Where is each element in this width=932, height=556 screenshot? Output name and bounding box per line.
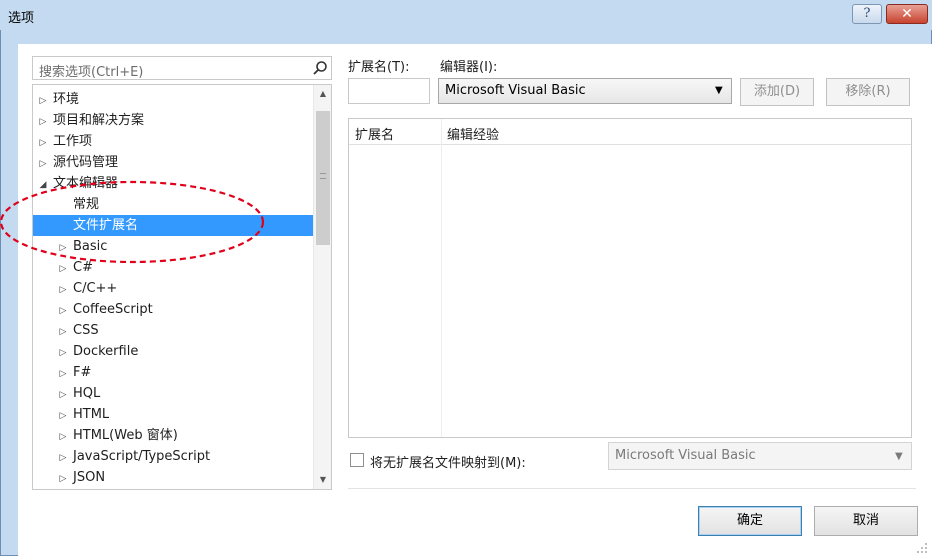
expand-arrow-icon[interactable]: ▷	[57, 364, 69, 385]
column-header-extension[interactable]: 扩展名	[355, 124, 394, 143]
tree-item[interactable]: ▷ HQL	[33, 383, 313, 404]
tree-item-label: 项目和解决方案	[53, 113, 145, 128]
window-title: 选项	[8, 11, 35, 26]
tree-item[interactable]: ▷ JSON	[33, 467, 313, 488]
tree-item[interactable]: ▷ CSS	[33, 320, 313, 341]
editor-dropdown-value: Microsoft Visual Basic	[445, 83, 586, 98]
tree-item[interactable]: ▷ Basic	[33, 236, 313, 257]
tree-item[interactable]: ▷ C#	[33, 257, 313, 278]
extension-list[interactable]: 扩展名 编辑经验	[348, 118, 912, 438]
expand-arrow-icon[interactable]: ▷	[57, 301, 69, 322]
expand-arrow-icon[interactable]: ▷	[57, 343, 69, 364]
map-editor-dropdown[interactable]: Microsoft Visual Basic ▼	[608, 442, 912, 470]
map-extensionless-label[interactable]: 将无扩展名文件映射到(M):	[370, 452, 526, 471]
editor-dropdown[interactable]: Microsoft Visual Basic ▼	[438, 78, 732, 104]
tree-item[interactable]: ▷ 项目和解决方案	[33, 110, 313, 131]
chevron-down-icon: ▼	[715, 85, 723, 96]
tree-item-label: Dockerfile	[73, 344, 139, 359]
expand-arrow-icon[interactable]: ▷	[57, 469, 69, 489]
tree-item[interactable]: ▷ 源代码管理	[33, 152, 313, 173]
expand-arrow-icon[interactable]: ▷	[57, 448, 69, 469]
scroll-up-arrow-icon[interactable]: ▲	[314, 85, 331, 103]
map-extensionless-checkbox[interactable]	[350, 453, 364, 467]
tree-item-label: 文本编辑器	[53, 176, 119, 191]
expand-arrow-icon[interactable]: ▷	[57, 406, 69, 427]
tree-item[interactable]: ▷ 工作项	[33, 131, 313, 152]
tree-item-label: 源代码管理	[53, 155, 119, 170]
grip-icon	[320, 173, 326, 179]
tree-item-label: CSS	[73, 323, 99, 338]
tree-item-label: 工作项	[53, 134, 93, 149]
column-divider	[441, 119, 442, 437]
tree-item-label: 常规	[73, 197, 100, 212]
close-button[interactable]: ✕	[886, 4, 928, 24]
search-icon[interactable]	[312, 60, 328, 76]
search-input[interactable]: 搜索选项(Ctrl+E)	[32, 56, 332, 80]
expand-arrow-icon[interactable]: ▷	[57, 322, 69, 343]
column-header-experience[interactable]: 编辑经验	[447, 124, 499, 143]
tree-item[interactable]: ▷ CoffeeScript	[33, 299, 313, 320]
tree-item-label: HTML	[73, 407, 110, 422]
tree-item-label: HTML(Web 窗体)	[73, 428, 178, 443]
tree-item[interactable]: 常规	[33, 194, 313, 215]
editor-label: 编辑器(I):	[440, 60, 498, 75]
options-tree[interactable]: ▷ 环境 ▷ 项目和解决方案 ▷ 工作项 ▷ 源代码管理 ◢ 文本编辑器常规文件扩展名 ▷ Basic…	[32, 84, 332, 490]
tree-scrollbar[interactable]: ▲ ▼	[313, 85, 331, 489]
tree-item[interactable]: ▷ F#	[33, 362, 313, 383]
tree-item-label: Basic	[73, 239, 108, 254]
tree-item-label: C#	[73, 260, 93, 275]
expand-arrow-icon[interactable]: ▷	[37, 112, 49, 133]
tree-item-label: HQL	[73, 386, 101, 401]
extension-label: 扩展名(T):	[348, 60, 410, 75]
tree-item-label: C/C++	[73, 281, 118, 296]
footer-divider	[348, 488, 916, 489]
expand-arrow-icon[interactable]: ▷	[37, 154, 49, 175]
tree-item-label: CoffeeScript	[73, 302, 153, 317]
tree-item[interactable]: ▷ HTML	[33, 404, 313, 425]
extension-list-header: 扩展名 编辑经验	[349, 119, 911, 145]
extension-input[interactable]	[348, 78, 430, 104]
tree-item[interactable]: ◢ 文本编辑器	[33, 173, 313, 194]
scroll-thumb[interactable]	[316, 111, 330, 245]
expand-arrow-icon[interactable]: ▷	[57, 280, 69, 301]
title-bar[interactable]: 选项 ? ✕	[0, 0, 932, 30]
tree-item-label: JavaScript/TypeScript	[73, 449, 211, 464]
expand-arrow-icon[interactable]: ▷	[57, 427, 69, 448]
expand-arrow-icon[interactable]: ▷	[37, 133, 49, 154]
add-button[interactable]: 添加(D)	[740, 78, 814, 106]
tree-item-label: 环境	[53, 92, 80, 107]
tree-item[interactable]: ▷ Dockerfile	[33, 341, 313, 362]
expand-arrow-icon[interactable]: ▷	[57, 385, 69, 406]
tree-item[interactable]: ▷ JavaScript/TypeScript	[33, 446, 313, 467]
tree-item-label: F#	[73, 365, 92, 380]
collapse-arrow-icon[interactable]: ◢	[37, 175, 49, 196]
expand-arrow-icon[interactable]: ▷	[37, 91, 49, 112]
cancel-button[interactable]: 取消	[814, 506, 918, 536]
scroll-down-arrow-icon[interactable]: ▼	[314, 471, 331, 489]
search-placeholder: 搜索选项(Ctrl+E)	[39, 65, 144, 80]
expand-arrow-icon[interactable]: ▷	[57, 238, 69, 259]
tree-item[interactable]: 文件扩展名	[33, 215, 313, 236]
ok-button[interactable]: 确定	[698, 506, 802, 536]
map-editor-value: Microsoft Visual Basic	[615, 448, 756, 463]
tree-item-label: JSON	[73, 470, 106, 485]
tree-item-label: 文件扩展名	[73, 218, 139, 233]
resize-grip-icon[interactable]	[914, 540, 928, 554]
expand-arrow-icon[interactable]: ▷	[57, 259, 69, 280]
chevron-down-icon: ▼	[895, 451, 903, 462]
help-button[interactable]: ?	[852, 4, 882, 24]
remove-button[interactable]: 移除(R)	[826, 78, 910, 106]
tree-item[interactable]: ▷ 环境	[33, 89, 313, 110]
tree-item[interactable]: ▷ HTML(Web 窗体)	[33, 425, 313, 446]
tree-item[interactable]: ▷ C/C++	[33, 278, 313, 299]
